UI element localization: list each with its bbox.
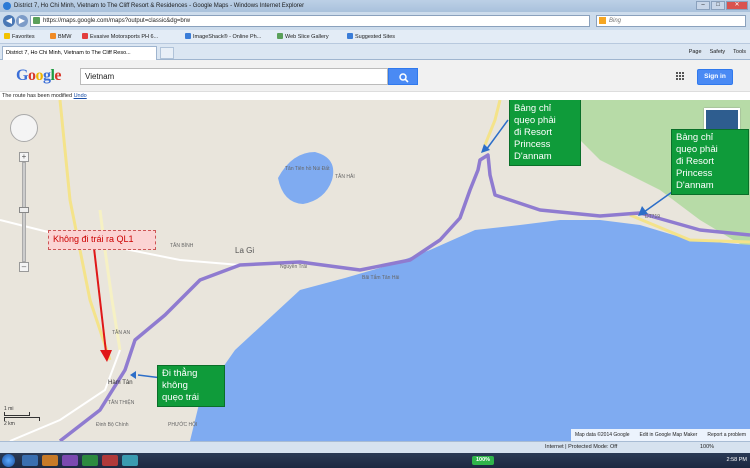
taskbar-app3-icon[interactable] [102, 455, 118, 466]
maximize-button[interactable]: □ [711, 1, 725, 10]
label-bai-tam: Bãi Tắm Tân Hải [362, 275, 400, 281]
window-title: District 7, Ho Chi Minh, Vietnam to The … [14, 3, 305, 9]
tools-menu[interactable]: Tools [733, 44, 746, 60]
ie-logo-icon [3, 2, 11, 10]
url-text: https://maps.google.com/maps?output=clas… [43, 18, 191, 24]
web-slice-icon [277, 33, 283, 39]
zoom-control[interactable]: + – [19, 152, 29, 272]
bing-icon [599, 17, 606, 24]
label-ham-tan: Hàm Tân [108, 380, 133, 386]
windows-taskbar: 100% 2:58 PM [0, 453, 750, 468]
pan-control[interactable] [10, 114, 38, 142]
favorites-bar: Favorites BMW Evasive Motorsports PH 6..… [0, 30, 750, 44]
status-bar: Internet | Protected Mode: Off 100% [0, 441, 750, 453]
zoom-slider-handle[interactable] [19, 207, 29, 213]
search-box[interactable]: Bing [596, 15, 746, 27]
forward-button[interactable]: ▶ [16, 15, 28, 27]
taskbar-app-icon[interactable] [62, 455, 78, 466]
security-zone[interactable]: Internet | Protected Mode: Off [545, 442, 617, 453]
report-problem-link[interactable]: Report a problem [707, 429, 746, 441]
callout-right: Bảng chỉ quẹo phải đi Resort Princess D'… [671, 129, 749, 195]
favorite-imageshack[interactable]: ImageShack® - Online Ph... [185, 30, 261, 44]
page-menu[interactable]: Page [689, 44, 702, 60]
label-phuoc-hoi: PHƯỚC HỘI [168, 422, 198, 428]
maps-search-button[interactable] [388, 68, 418, 85]
zoom-level[interactable]: 100% [700, 442, 714, 453]
taskbar-app4-icon[interactable] [122, 455, 138, 466]
map-base [0, 100, 750, 441]
favorite-bmw[interactable]: BMW [50, 30, 71, 44]
callout-bottom: Đi thẳng không quẹo trái [157, 365, 225, 407]
taskbar-app2-icon[interactable] [82, 455, 98, 466]
favorite-suggested[interactable]: Suggested Sites [347, 30, 395, 44]
label-dinh-bo-chinh: Đinh Bộ Chính [96, 422, 129, 428]
edit-map-link[interactable]: Edit in Google Map Maker [640, 429, 698, 441]
scale-bar: 1 mi 2 km [4, 406, 40, 427]
map-canvas[interactable]: + – La Gi TÂN BÌNH TÂN AN Hàm Tân TÂN TH… [0, 100, 750, 441]
google-header: Google Vietnam Sign in [0, 60, 750, 92]
clock[interactable]: 2:58 PM [727, 453, 747, 468]
favorites-button[interactable]: Favorites [4, 30, 35, 44]
undo-link[interactable]: Undo [74, 93, 87, 99]
map-attribution: Map data ©2014 Google Edit in Google Map… [570, 429, 750, 441]
taskbar-folder-icon[interactable] [42, 455, 58, 466]
label-road-nguyen: Nguyễn Trãi [280, 264, 307, 270]
label-tan-binh: TÂN BÌNH [170, 243, 194, 249]
tab-bar: District 7, Ho Chi Minh, Vietnam to The … [0, 44, 750, 60]
url-field[interactable]: https://maps.google.com/maps?output=clas… [30, 15, 590, 27]
search-icon [399, 73, 409, 83]
new-tab-button[interactable] [160, 47, 174, 59]
label-lake: Tân Tiên hồ Núi Đất [285, 166, 330, 172]
favorite-evasive[interactable]: Evasive Motorsports PH 6... [82, 30, 158, 44]
map-data-text: Map data ©2014 Google [574, 432, 630, 438]
battery-indicator[interactable]: 100% [472, 456, 494, 465]
star-icon [4, 33, 10, 39]
taskbar-ie-icon[interactable] [22, 455, 38, 466]
tab-google-maps[interactable]: District 7, Ho Chi Minh, Vietnam to The … [2, 46, 157, 60]
label-la-gi: La Gi [235, 246, 255, 255]
label-tan-hai: TÂN HẢI [335, 174, 355, 180]
start-button[interactable] [2, 454, 15, 467]
bmw-icon [50, 33, 56, 39]
minimize-button[interactable]: – [696, 1, 710, 10]
site-icon [82, 33, 88, 39]
zoom-out-button[interactable]: – [19, 262, 29, 272]
label-road-dt719: DT719 [645, 214, 661, 220]
suggested-icon [347, 33, 353, 39]
search-placeholder: Bing [609, 18, 622, 24]
favorite-web-slice[interactable]: Web Slice Gallery [277, 30, 329, 44]
zoom-in-button[interactable]: + [19, 152, 29, 162]
google-logo[interactable]: Google [16, 67, 61, 85]
label-tan-thien: TÂN THIỆN [108, 400, 135, 406]
address-toolbar: ◀ ▶ https://maps.google.com/maps?output=… [0, 12, 750, 30]
apps-grid-icon[interactable] [676, 72, 685, 81]
sign-in-button[interactable]: Sign in [697, 69, 733, 85]
window-titlebar: District 7, Ho Chi Minh, Vietnam to The … [0, 0, 750, 12]
callout-top-center: Bảng chỉ quẹo phải đi Resort Princess D'… [509, 100, 581, 166]
callout-warning: Không đi trái ra QL1 [48, 230, 156, 250]
lock-icon [33, 17, 40, 24]
label-tan-an: TÂN AN [112, 330, 131, 336]
window-controls: – □ ✕ [696, 1, 748, 10]
route-notice: The route has been modified Undo [0, 92, 750, 100]
close-button[interactable]: ✕ [726, 1, 748, 10]
back-button[interactable]: ◀ [3, 15, 15, 27]
command-bar: Page Safety Tools [689, 44, 746, 60]
imageshack-icon [185, 33, 191, 39]
safety-menu[interactable]: Safety [710, 44, 726, 60]
maps-search-input[interactable]: Vietnam [80, 68, 388, 85]
